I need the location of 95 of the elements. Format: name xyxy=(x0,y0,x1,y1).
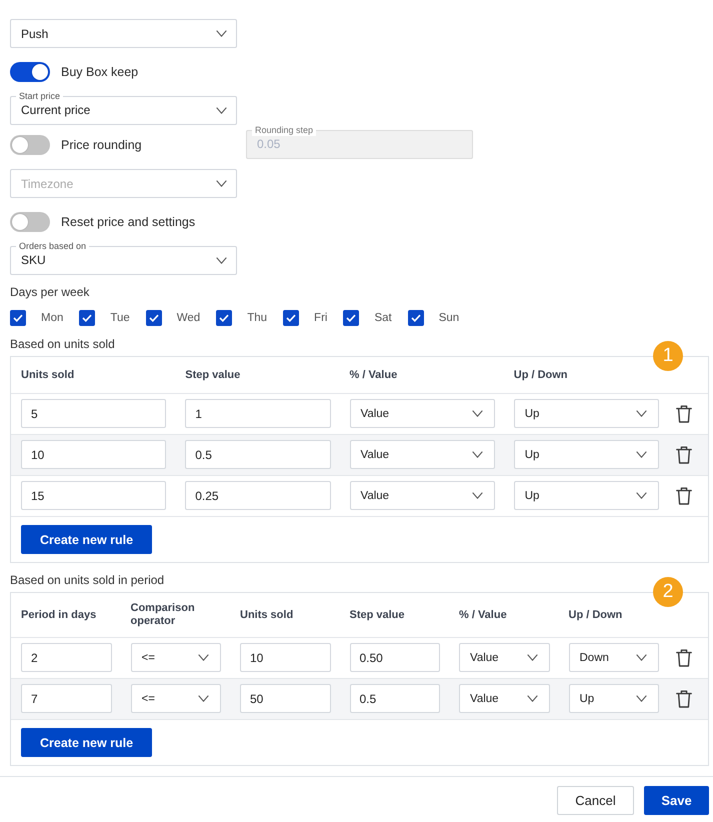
checkbox[interactable] xyxy=(146,310,162,326)
text-input[interactable]: 10 xyxy=(240,643,330,672)
trash-icon[interactable] xyxy=(676,648,692,666)
dropdown-select[interactable]: Value xyxy=(350,440,495,469)
toggle-switch[interactable] xyxy=(10,62,50,82)
dropdown-select[interactable]: Value xyxy=(459,684,550,713)
checkbox[interactable] xyxy=(343,310,360,326)
chevron-down-icon xyxy=(472,451,483,458)
dropdown-select[interactable]: Up xyxy=(514,481,659,510)
dropdown-select[interactable]: Up xyxy=(514,399,659,428)
trash-icon[interactable] xyxy=(676,690,692,708)
column-header: Up / Down xyxy=(568,608,624,622)
toggle-switch[interactable] xyxy=(10,212,50,232)
column-header: % / Value xyxy=(350,368,398,382)
text-input[interactable]: 5 xyxy=(21,399,166,428)
check-icon xyxy=(82,314,92,322)
dropdown-select[interactable]: Value xyxy=(350,481,495,510)
check-icon xyxy=(346,314,356,322)
day-label: Thu xyxy=(247,312,268,324)
toggle-switch[interactable] xyxy=(10,134,50,154)
chevron-down-icon xyxy=(526,695,538,702)
column-header: Units sold xyxy=(21,368,76,382)
column-header: Step value xyxy=(350,608,406,622)
trash-icon[interactable] xyxy=(676,404,692,422)
section-title: Days per week xyxy=(10,285,90,299)
save-button[interactable]: Save xyxy=(644,786,709,815)
chevron-down-icon xyxy=(216,106,227,114)
dropdown-select[interactable]: Orders based on SKU xyxy=(10,241,237,275)
dropdown-select[interactable]: Down xyxy=(568,643,659,672)
dropdown-select[interactable]: Up xyxy=(568,684,659,713)
text-input[interactable]: 0.25 xyxy=(185,481,330,510)
text-input[interactable]: 0.5 xyxy=(185,440,330,469)
cancel-button[interactable]: Cancel xyxy=(557,786,634,815)
checkbox[interactable] xyxy=(283,310,300,326)
day-label: Sun xyxy=(438,312,460,324)
chevron-down-icon xyxy=(636,410,647,417)
dropdown-select[interactable]: Value xyxy=(459,643,550,672)
dropdown-select[interactable]: Start price Current price xyxy=(10,91,237,125)
chevron-down-icon xyxy=(636,451,647,458)
day-label: Fri xyxy=(314,312,328,324)
create-rule-button[interactable]: Create new rule xyxy=(21,525,152,554)
text-input[interactable]: 7 xyxy=(21,684,112,713)
toggle-label: Reset price and settings xyxy=(61,215,196,229)
text-input[interactable]: 0.5 xyxy=(350,684,440,713)
check-icon xyxy=(286,314,296,322)
day-label: Sat xyxy=(374,312,392,324)
check-icon xyxy=(410,314,421,322)
number-badge: 2 xyxy=(653,577,683,607)
text-input[interactable]: 1 xyxy=(185,399,330,428)
column-header: Up / Down xyxy=(514,368,569,382)
chevron-down-icon xyxy=(636,654,647,661)
dropdown-select[interactable]: Up xyxy=(514,440,659,469)
toggle-label: Buy Box keep xyxy=(61,65,138,79)
dropdown-select[interactable]: Value xyxy=(350,399,495,428)
create-rule-button[interactable]: Create new rule xyxy=(21,728,152,757)
column-header: % / Value xyxy=(459,608,508,622)
chevron-down-icon xyxy=(472,410,483,417)
chevron-down-icon xyxy=(636,492,647,499)
trash-icon[interactable] xyxy=(676,446,692,464)
dropdown-select[interactable]: Push xyxy=(10,19,237,48)
chevron-down-icon xyxy=(526,654,538,661)
dropdown-select[interactable]: <= xyxy=(130,684,221,713)
dropdown-select[interactable]: <= xyxy=(130,643,221,672)
chevron-down-icon xyxy=(636,695,647,702)
chevron-down-icon xyxy=(216,180,227,187)
text-input[interactable]: 2 xyxy=(21,643,112,672)
field-label: Rounding step xyxy=(252,125,316,136)
check-icon xyxy=(148,314,159,322)
check-icon xyxy=(13,314,23,322)
text-input[interactable]: 15 xyxy=(21,481,166,510)
checkbox[interactable] xyxy=(10,310,26,326)
column-header: Comparison operator xyxy=(130,602,196,628)
column-header: Step value xyxy=(185,368,242,382)
chevron-down-icon xyxy=(216,256,227,264)
toggle-label: Price rounding xyxy=(61,138,142,152)
checkbox[interactable] xyxy=(79,310,96,326)
chevron-down-icon xyxy=(216,30,227,37)
trash-icon[interactable] xyxy=(676,486,692,504)
section-title: Based on units sold xyxy=(10,337,116,351)
chevron-down-icon xyxy=(472,492,483,499)
checkbox[interactable] xyxy=(408,310,424,326)
section-title: Based on units sold in period xyxy=(10,573,166,587)
chevron-down-icon xyxy=(198,654,209,661)
check-icon xyxy=(219,314,230,322)
chevron-down-icon xyxy=(198,695,209,702)
column-header: Units sold xyxy=(240,608,294,622)
day-label: Mon xyxy=(41,312,64,324)
text-input[interactable]: 0.50 xyxy=(350,643,440,672)
day-label: Tue xyxy=(110,312,130,324)
column-header: Period in days xyxy=(21,608,98,622)
checkbox[interactable] xyxy=(216,310,232,326)
text-input[interactable]: 50 xyxy=(240,684,330,713)
number-badge: 1 xyxy=(653,341,683,371)
text-input[interactable]: 10 xyxy=(21,440,166,469)
day-label: Wed xyxy=(176,312,200,324)
